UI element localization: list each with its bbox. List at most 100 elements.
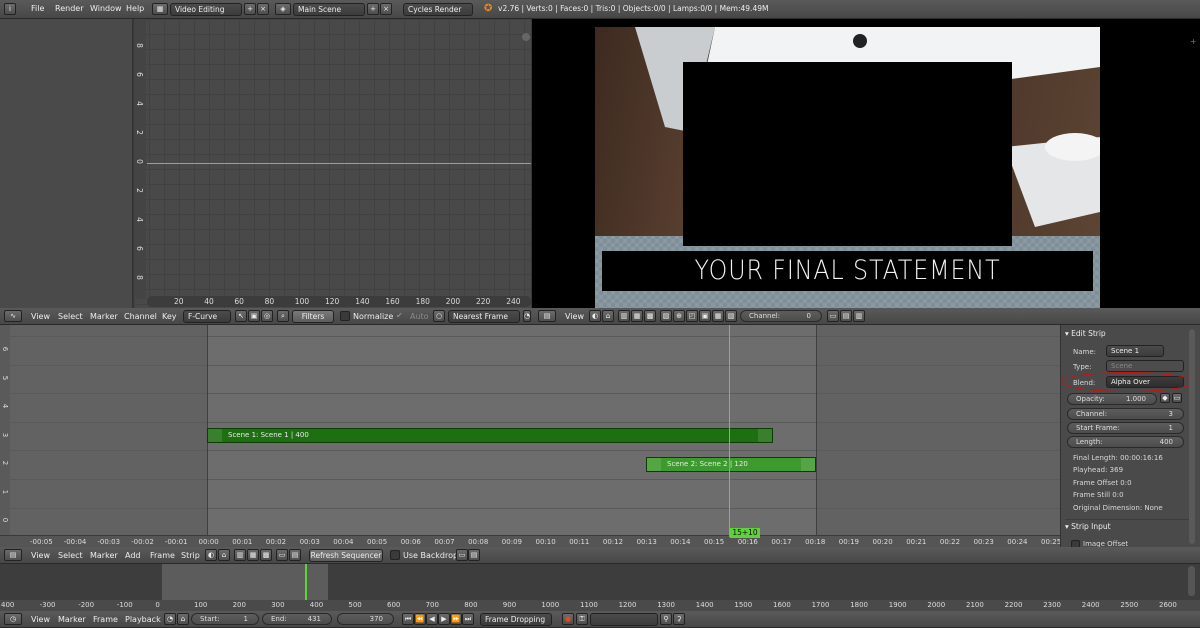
graph-mode-dropdown[interactable]: F-Curve [183, 310, 231, 323]
sequencer-playhead[interactable] [729, 325, 730, 537]
insert-keyframe-icon[interactable]: ⚲ [660, 613, 672, 625]
play-icon[interactable]: ▶ [438, 613, 450, 625]
jump-start-icon[interactable]: ⏮ [402, 613, 414, 625]
display-alpha-icon[interactable]: ▩ [644, 310, 656, 322]
proxy-icon[interactable]: ▦ [712, 310, 724, 322]
overlay-icon[interactable]: ◰ [686, 310, 698, 322]
display-mode-icon[interactable]: ◐ [589, 310, 601, 322]
sync-mode-dropdown[interactable]: Frame Dropping [480, 613, 552, 626]
display-channels-icon[interactable]: ▥ [618, 310, 630, 322]
graph-menu-view[interactable]: View [31, 308, 50, 325]
channel-property-field[interactable]: Channel: 3 [1067, 408, 1184, 420]
strip-scene-2-left-handle[interactable] [647, 458, 661, 471]
tl-menu-marker[interactable]: Marker [58, 611, 86, 628]
graph-editor-type-icon[interactable]: ∿ [4, 310, 22, 322]
remove-scene-icon[interactable]: × [380, 3, 392, 15]
end-frame-timeline-field[interactable]: End: 431 [262, 613, 332, 625]
scene-field[interactable]: Main Scene [293, 3, 365, 16]
seq-view-icon[interactable]: ▥ [234, 549, 246, 561]
seq-menu-marker[interactable]: Marker [90, 547, 118, 564]
preview-editor-type-icon[interactable]: ▤ [538, 310, 556, 322]
preview-lock-icon[interactable]: ⌂ [602, 310, 614, 322]
next-keyframe-icon[interactable]: ⏩ [450, 613, 462, 625]
only-selected-icon[interactable]: ▣ [248, 310, 260, 322]
normalize-checkbox[interactable] [340, 311, 350, 321]
seq-menu-select[interactable]: Select [58, 547, 83, 564]
start-frame-field[interactable]: Start Frame: 1 [1067, 422, 1184, 434]
properties-scrollbar[interactable] [1189, 329, 1195, 544]
ghost-curves-icon[interactable]: ◎ [261, 310, 273, 322]
sequencer-editor-type-icon[interactable]: ▤ [4, 549, 22, 561]
safe-areas-icon[interactable]: ▧ [725, 310, 737, 322]
delete-keyframe-icon[interactable]: ⚳ [673, 613, 685, 625]
seq-render-icon[interactable]: ▭ [276, 549, 288, 561]
jump-end-icon[interactable]: ⏭ [462, 613, 474, 625]
menu-help[interactable]: Help [126, 0, 144, 18]
graph-menu-key[interactable]: Key [162, 308, 177, 325]
keying-set-icon[interactable]: ⚿ [576, 613, 588, 625]
mute-icon[interactable]: ▭ [1172, 393, 1182, 403]
display-color-icon[interactable]: ▦ [631, 310, 643, 322]
preview-range-icon[interactable]: ◔ [164, 613, 176, 625]
graph-menu-marker[interactable]: Marker [90, 308, 118, 325]
seq-color-icon[interactable]: ▦ [247, 549, 259, 561]
lock-range-icon[interactable]: ⌂ [177, 613, 189, 625]
strip-scene-1[interactable]: Scene 1: Scene 1 | 400 [207, 428, 773, 443]
seq-menu-view[interactable]: View [31, 547, 50, 564]
menu-window[interactable]: Window [90, 0, 122, 18]
auto-normalize-check-icon[interactable]: ✔ [396, 311, 403, 320]
seq-lock-icon[interactable]: ⌂ [218, 549, 230, 561]
timeline-editor-type-icon[interactable]: ◷ [4, 613, 22, 625]
preview-zoom-handle[interactable]: + [1190, 37, 1198, 46]
tl-menu-playback[interactable]: Playback [125, 611, 161, 628]
use-backdrop-checkbox[interactable] [390, 550, 400, 560]
preview-menu-view[interactable]: View [565, 308, 584, 325]
timeline-playhead[interactable] [305, 564, 307, 600]
add-layout-icon[interactable]: + [244, 3, 256, 15]
editor-type-info-icon[interactable]: i [4, 3, 16, 15]
current-frame-field[interactable]: 370 [337, 613, 394, 625]
prev-keyframe-icon[interactable]: ⏪ [414, 613, 426, 625]
backdrop-anim-icon[interactable]: ▤ [468, 549, 480, 561]
graph-menu-select[interactable]: Select [58, 308, 83, 325]
start-frame-timeline-field[interactable]: Start: 1 [191, 613, 259, 625]
scopes-icon[interactable]: ▥ [853, 310, 865, 322]
render-anim-icon[interactable]: ▤ [840, 310, 852, 322]
tl-menu-view[interactable]: View [31, 611, 50, 628]
play-reverse-icon[interactable]: ◀ [426, 613, 438, 625]
proportional-icon[interactable]: ◔ [523, 310, 531, 322]
snap-dropdown[interactable]: Nearest Frame [448, 310, 520, 323]
filters-button[interactable]: Filters [292, 310, 334, 323]
opacity-field[interactable]: Opacity: 1.000 [1067, 393, 1157, 405]
seq-menu-frame[interactable]: Frame [150, 547, 175, 564]
strip-scene-1-left-handle[interactable] [208, 429, 222, 442]
channel-field[interactable]: Channel: 0 [740, 310, 822, 322]
seq-menu-add[interactable]: Add [125, 547, 141, 564]
menu-render[interactable]: Render [55, 0, 83, 18]
pivot-icon[interactable]: ○ [433, 310, 445, 322]
search-filter-icon[interactable]: ⌕ [277, 310, 289, 322]
strip-scene-2[interactable]: Scene 2: Scene 2 | 120 [646, 457, 816, 472]
strip-scene-2-right-handle[interactable] [801, 458, 815, 471]
refresh-sequencer-button[interactable]: Refresh Sequencer [309, 549, 383, 562]
edit-strip-header[interactable]: ▾ Edit Strip [1065, 327, 1191, 341]
seq-alpha-icon[interactable]: ▩ [260, 549, 272, 561]
checker-icon[interactable]: ▨ [660, 310, 672, 322]
graph-scroll-handle[interactable] [522, 33, 530, 41]
strip-input-header[interactable]: ▾ Strip Input [1065, 519, 1191, 533]
render-still-icon[interactable]: ▭ [827, 310, 839, 322]
menu-file[interactable]: File [31, 0, 44, 18]
screen-layout-icon[interactable]: ▦ [152, 3, 168, 15]
length-field[interactable]: Length: 400 [1067, 436, 1184, 448]
seq-display-icon[interactable]: ◐ [205, 549, 217, 561]
seq-anim-icon[interactable]: ▤ [289, 549, 301, 561]
remove-layout-icon[interactable]: × [257, 3, 269, 15]
tl-menu-frame[interactable]: Frame [93, 611, 118, 628]
keying-set-field[interactable] [590, 613, 658, 626]
cursor-icon[interactable]: ↖ [235, 310, 247, 322]
graph-menu-channel[interactable]: Channel [124, 308, 157, 325]
name-field[interactable]: Scene 1 [1106, 345, 1164, 357]
render-engine-dropdown[interactable]: Cycles Render [403, 3, 473, 16]
timeline-scroll-handle[interactable] [1188, 566, 1195, 596]
strip-scene-1-right-handle[interactable] [758, 429, 772, 442]
